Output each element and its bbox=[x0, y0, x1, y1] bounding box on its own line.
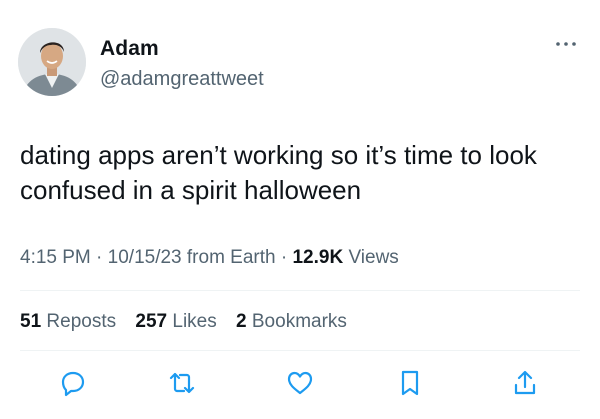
tweet-card: Adam @adamgreattweet dating apps aren’t … bbox=[0, 0, 600, 419]
avatar-image bbox=[18, 28, 86, 96]
tweet-date[interactable]: 10/15/23 from Earth bbox=[108, 247, 276, 268]
tweet-text-line: dating apps aren’t working so it’s time … bbox=[20, 140, 537, 170]
bookmarks-label: Bookmarks bbox=[246, 311, 347, 332]
tweet-text: dating apps aren’t working so it’s time … bbox=[20, 138, 580, 208]
reposts-count: 51 bbox=[20, 311, 42, 332]
bookmark-icon[interactable] bbox=[395, 368, 425, 398]
author-handle[interactable]: @adamgreattweet bbox=[100, 68, 264, 91]
divider bbox=[20, 350, 580, 351]
likes-count: 257 bbox=[135, 311, 168, 332]
share-icon[interactable] bbox=[510, 368, 540, 398]
likes-stat[interactable]: 257 Likes bbox=[135, 311, 216, 332]
tweet-meta: 4:15 PM · 10/15/23 from Earth · 12.9K Vi… bbox=[20, 247, 399, 269]
bookmarks-stat[interactable]: 2 Bookmarks bbox=[236, 311, 347, 332]
meta-separator: · bbox=[275, 247, 293, 268]
repost-icon[interactable] bbox=[167, 368, 197, 398]
author-avatar[interactable] bbox=[18, 28, 86, 96]
reposts-stat[interactable]: 51 Reposts bbox=[20, 311, 116, 332]
views-label: Views bbox=[343, 247, 399, 268]
tweet-stats: 51 Reposts 257 Likes 2 Bookmarks bbox=[20, 311, 361, 333]
meta-separator: · bbox=[90, 247, 108, 268]
tweet-time[interactable]: 4:15 PM bbox=[20, 247, 91, 268]
views-count[interactable]: 12.9K bbox=[292, 247, 343, 268]
tweet-text-line: confused in a spirit halloween bbox=[20, 175, 362, 205]
reposts-label: Reposts bbox=[41, 311, 117, 332]
reply-icon[interactable] bbox=[58, 368, 88, 398]
bookmarks-count: 2 bbox=[236, 311, 247, 332]
likes-label: Likes bbox=[167, 311, 217, 332]
author-name[interactable]: Adam bbox=[100, 37, 159, 61]
more-options-icon[interactable] bbox=[554, 36, 578, 52]
divider bbox=[20, 290, 580, 291]
like-icon[interactable] bbox=[285, 368, 315, 398]
